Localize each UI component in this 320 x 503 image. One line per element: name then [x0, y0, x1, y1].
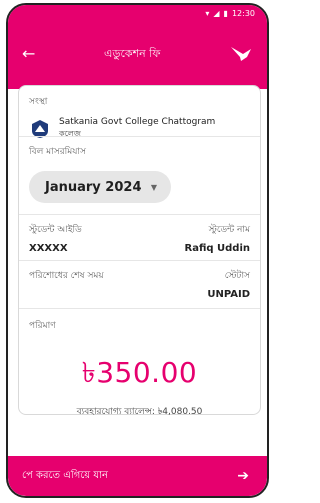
month-value: January 2024: [45, 179, 142, 195]
arrow-left-icon[interactable]: ←: [22, 46, 35, 62]
due-date-label: পরিশোধের শেষ সময়: [29, 271, 104, 281]
student-id-col: স্টুডেন্ট আইডি XXXXX: [29, 222, 82, 254]
chevron-down-icon: ▼: [150, 182, 157, 192]
page-title: এডুকেশন ফি: [104, 46, 161, 60]
cellular-icon: ◢: [213, 9, 220, 18]
proceed-to-pay-button[interactable]: পে করতে এগিয়ে যান ➔: [8, 456, 267, 496]
student-name-value: Rafiq Uddin: [184, 243, 250, 254]
proceed-label: পে করতে এগিয়ে যান: [22, 469, 108, 481]
organization-name: Satkania Govt College Chattogram: [59, 117, 216, 127]
amount-label: পরিমাণ: [29, 321, 56, 331]
fee-details-card: সংস্থা Satkania Govt College Chattogram …: [18, 85, 261, 417]
student-section: স্টুডেন্ট আইডি XXXXX স্টুডেন্ট নাম Rafiq…: [19, 222, 260, 254]
student-name-col: স্টুডেন্ট নাম Rafiq Uddin: [185, 222, 250, 254]
app-bar: ← এডুকেশন ফি: [8, 39, 267, 69]
signal-icon: ▾: [205, 9, 210, 18]
divider: [19, 136, 260, 137]
organization-row: Satkania Govt College Chattogram কলেজ: [29, 117, 250, 141]
student-row: স্টুডেন্ট আইডি XXXXX স্টুডেন্ট নাম Rafiq…: [29, 222, 250, 254]
student-id-value: XXXXX: [29, 243, 68, 254]
status-time: 12:30: [231, 9, 255, 18]
battery-icon: ▮: [223, 9, 228, 18]
amount-value: ৳350.00: [81, 356, 198, 389]
student-name-label: স্টুডেন্ট নাম: [208, 225, 250, 235]
divider: [19, 308, 260, 309]
header: ▾ ◢ ▮ 12:30 ← এডুকেশন ফি: [8, 5, 267, 89]
organization-label: সংস্থা: [29, 97, 48, 107]
status-badge: UNPAID: [207, 289, 250, 300]
month-dropdown[interactable]: January 2024 ▼: [29, 171, 171, 203]
arrow-right-icon: ➔: [237, 468, 249, 484]
status-bar: ▾ ◢ ▮ 12:30: [205, 9, 255, 18]
bill-month-section: বিল মাসরমিযাস January 2024 ▼: [19, 144, 260, 203]
bill-month-label: বিল মাসরমিযাস: [29, 147, 86, 157]
status-col: স্টেটাস UNPAID: [207, 268, 250, 300]
student-id-label: স্টুডেন্ট আইডি: [29, 225, 82, 235]
divider: [19, 260, 260, 261]
status-section: পরিশোধের শেষ সময় স্টেটাস UNPAID: [19, 268, 260, 300]
divider: [19, 214, 260, 215]
organization-section: সংস্থা Satkania Govt College Chattogram …: [19, 94, 260, 141]
available-balance: ব্যবহারযোগ্য ব্যালেন্স: ৳4,080.50: [76, 407, 203, 417]
phone-frame: ▾ ◢ ▮ 12:30 ← এডুকেশন ফি সংস্থা Satkania…: [6, 3, 269, 498]
organization-sub: কলেজ: [59, 128, 81, 138]
amount-section: পরিমাণ ৳350.00 ব্যবহারযোগ্য ব্যালেন্স: ৳…: [19, 318, 260, 419]
status-row: পরিশোধের শেষ সময় স্টেটাস UNPAID: [29, 268, 250, 300]
due-col: পরিশোধের শেষ সময়: [29, 268, 104, 283]
bird-logo-icon: [231, 47, 251, 61]
status-label: স্টেটাস: [224, 271, 250, 281]
